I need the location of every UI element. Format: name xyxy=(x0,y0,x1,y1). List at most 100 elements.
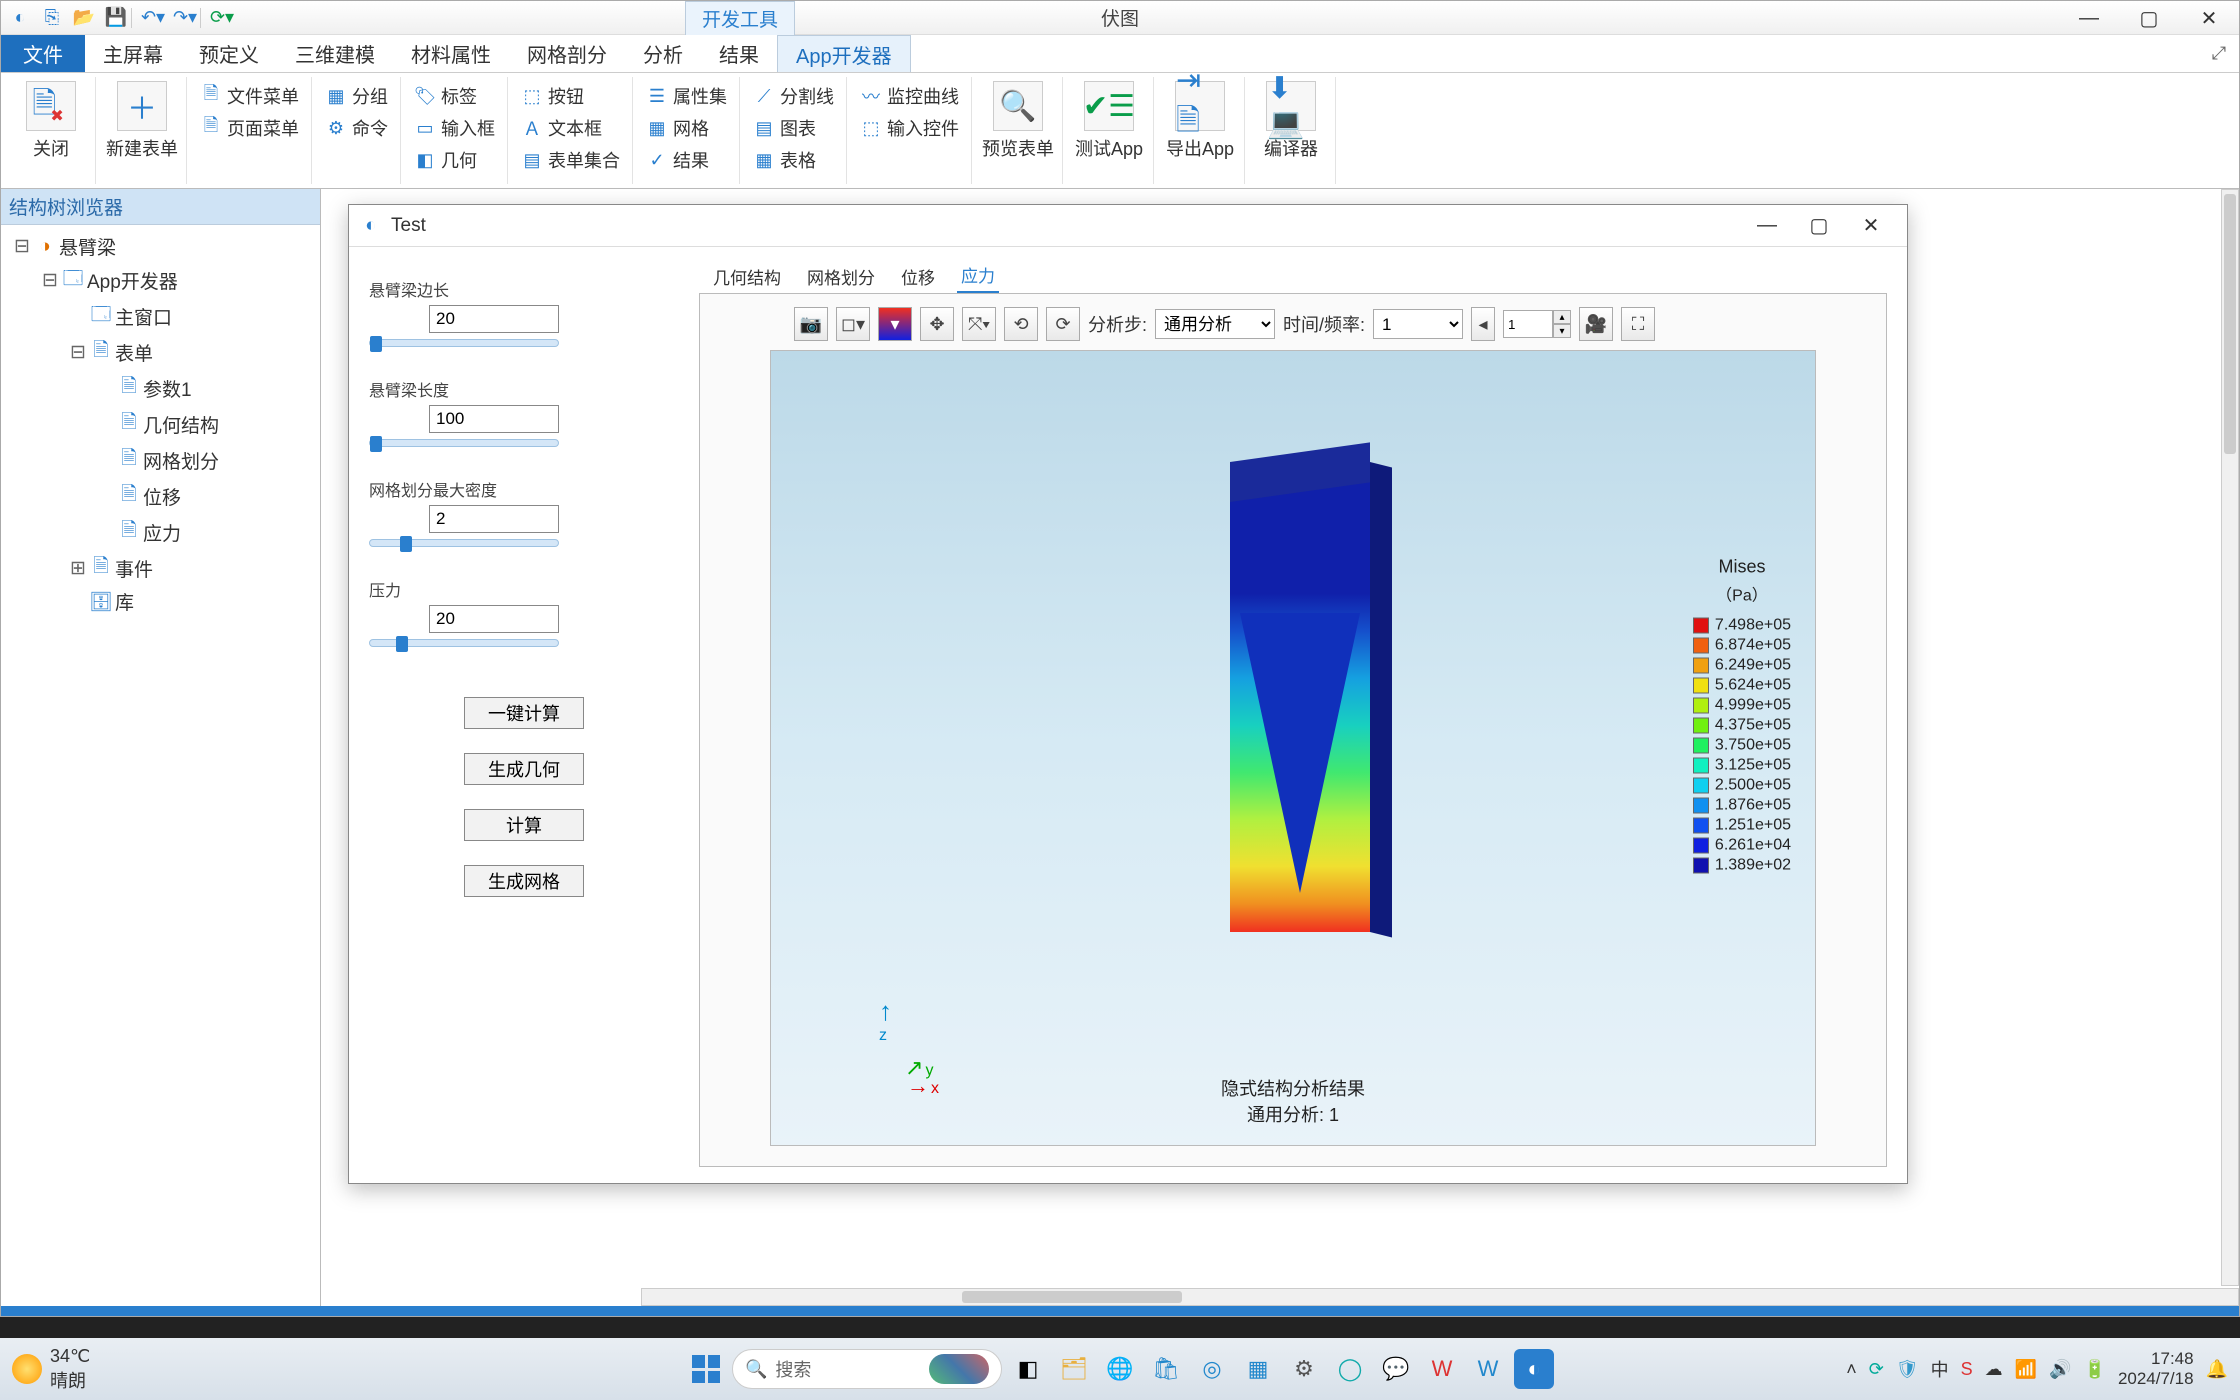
tree-form-geometry[interactable]: 几何结构 xyxy=(143,411,219,438)
tree-events[interactable]: 事件 xyxy=(115,555,153,582)
ribbon-table[interactable]: ▦表格 xyxy=(754,147,834,173)
ribbon-geometry[interactable]: ◧几何 xyxy=(415,147,495,173)
param-slider-0[interactable] xyxy=(369,339,559,347)
action-button-1[interactable]: 生成几何 xyxy=(464,753,584,785)
ribbon-file-menu[interactable]: 🗎文件菜单 xyxy=(201,83,299,109)
action-button-2[interactable]: 计算 xyxy=(464,809,584,841)
tray-cloud-icon[interactable]: ☁ xyxy=(1985,1359,2003,1380)
time-select[interactable]: 1 xyxy=(1373,309,1463,339)
horizontal-scrollbar[interactable] xyxy=(641,1288,2239,1306)
window-minimize-button[interactable]: — xyxy=(2059,1,2119,35)
taskbar-taskview-icon[interactable]: ◧ xyxy=(1008,1349,1048,1389)
param-input-3[interactable] xyxy=(429,605,559,633)
ribbon-formset[interactable]: ▤表单集合 xyxy=(522,147,620,173)
viz-cube-icon[interactable]: ◻▾ xyxy=(836,307,870,341)
taskbar-search[interactable]: 🔍搜索 xyxy=(732,1349,1002,1389)
viz-canvas[interactable]: z y x 隐式结构分析结果 通用分析: 1 Mises （Pa） 7.498e… xyxy=(770,350,1816,1146)
param-slider-2[interactable] xyxy=(369,539,559,547)
taskbar-weather[interactable]: 34℃晴朗 xyxy=(12,1346,90,1393)
tree-mainwin[interactable]: 主窗口 xyxy=(115,303,172,330)
viz-camera-icon[interactable]: 📷 xyxy=(794,307,828,341)
ribbon-textbox[interactable]: Ａ文本框 xyxy=(522,115,620,141)
window-maximize-button[interactable]: ▢ xyxy=(2119,1,2179,35)
taskbar-copilot-icon[interactable]: ◎ xyxy=(1192,1349,1232,1389)
taskbar-browser2-icon[interactable]: ◯ xyxy=(1330,1349,1370,1389)
tab-material[interactable]: 材料属性 xyxy=(393,35,509,72)
tab-predefined[interactable]: 预定义 xyxy=(181,35,277,72)
ribbon-export-app-button[interactable]: ⇥🗎导出App xyxy=(1164,81,1236,161)
tab-file[interactable]: 文件 xyxy=(1,35,85,72)
tab-mesh[interactable]: 网格剖分 xyxy=(509,35,625,72)
taskbar-futu-icon[interactable]: ◐ xyxy=(1514,1349,1554,1389)
tray-battery-icon[interactable]: 🔋 xyxy=(2084,1359,2106,1380)
ribbon-button[interactable]: ⬚按钮 xyxy=(522,83,620,109)
ribbon-chart[interactable]: ▤图表 xyxy=(754,115,834,141)
param-input-1[interactable] xyxy=(429,405,559,433)
tray-clock[interactable]: 17:482024/7/18 xyxy=(2118,1349,2194,1389)
ribbon-group[interactable]: ▦分组 xyxy=(326,83,388,109)
viz-axes-icon[interactable]: ⤧▾ xyxy=(962,307,996,341)
taskbar-wechat-icon[interactable]: 💬 xyxy=(1376,1349,1416,1389)
viz-record-icon[interactable]: 🎥 xyxy=(1579,307,1613,341)
action-button-0[interactable]: 一键计算 xyxy=(464,697,584,729)
tray-notification-icon[interactable]: 🔔 xyxy=(2206,1359,2228,1380)
ribbon-new-form-button[interactable]: ＋新建表单 xyxy=(106,81,178,161)
param-input-2[interactable] xyxy=(429,505,559,533)
taskbar-widget-icon[interactable]: ▦ xyxy=(1238,1349,1278,1389)
param-slider-1[interactable] xyxy=(369,439,559,447)
system-tray[interactable]: ˄ ⟳ 🛡 中 S ☁ 📶 🔊 🔋 17:482024/7/18 🔔 xyxy=(1846,1349,2228,1389)
viz-tab-0[interactable]: 几何结构 xyxy=(709,260,785,293)
ribbon-inputbox[interactable]: ▭输入框 xyxy=(415,115,495,141)
ribbon-page-menu[interactable]: 🗎页面菜单 xyxy=(201,115,299,141)
tree-view[interactable]: ⊟◑悬臂梁 ⊟🗔App开发器 🗔主窗口 ⊟🗎表单 🗎参数1 🗎几何结构 🗎网格划… xyxy=(1,225,320,1306)
ribbon-monitor-curve[interactable]: 〰监控曲线 xyxy=(861,83,959,109)
frame-spinner[interactable]: ▴▾ xyxy=(1503,310,1571,338)
viz-rotate-ccw-icon[interactable]: ⟲ xyxy=(1004,307,1038,341)
tree-form-mesh[interactable]: 网格划分 xyxy=(143,447,219,474)
test-maximize-button[interactable]: ▢ xyxy=(1793,205,1845,247)
tree-form-disp[interactable]: 位移 xyxy=(143,483,181,510)
test-minimize-button[interactable]: — xyxy=(1741,205,1793,247)
ribbon-compiler-button[interactable]: ⬇💻编译器 xyxy=(1255,81,1327,161)
ribbon-collapse-icon[interactable]: ⤢ xyxy=(2199,35,2239,72)
taskbar-settings-icon[interactable]: ⚙ xyxy=(1284,1349,1324,1389)
tab-analysis[interactable]: 分析 xyxy=(625,35,701,72)
ribbon-result[interactable]: ✓结果 xyxy=(647,147,727,173)
viz-tab-3[interactable]: 应力 xyxy=(957,258,999,293)
start-button[interactable] xyxy=(686,1349,726,1389)
tray-wifi-icon[interactable]: 📶 xyxy=(2015,1359,2037,1380)
viz-fit-icon[interactable]: ✥ xyxy=(920,307,954,341)
contextual-tab-devtools[interactable]: 开发工具 xyxy=(685,1,795,35)
tray-chevron-icon[interactable]: ˄ xyxy=(1846,1359,1857,1380)
param-slider-3[interactable] xyxy=(369,639,559,647)
taskbar-store-icon[interactable]: 🛍 xyxy=(1146,1349,1186,1389)
qat-save-icon[interactable]: 💾 xyxy=(103,5,129,31)
tab-3dmodel[interactable]: 三维建模 xyxy=(277,35,393,72)
vertical-scrollbar[interactable] xyxy=(2221,189,2239,1286)
viz-fullscreen-icon[interactable]: ⛶ xyxy=(1621,307,1655,341)
tray-volume-icon[interactable]: 🔊 xyxy=(2049,1359,2071,1380)
viz-colormap-icon[interactable]: ▾ xyxy=(878,307,912,341)
action-button-3[interactable]: 生成网格 xyxy=(464,865,584,897)
viz-tab-1[interactable]: 网格划分 xyxy=(803,260,879,293)
qat-redo-icon[interactable]: ↷▾ xyxy=(172,5,198,31)
ribbon-close-button[interactable]: 🗎✖关闭 xyxy=(15,81,87,161)
tray-sogou-icon[interactable]: S xyxy=(1961,1359,1973,1380)
ribbon-test-app-button[interactable]: ✔☰测试App xyxy=(1073,81,1145,161)
ribbon-propertyset[interactable]: ☰属性集 xyxy=(647,83,727,109)
viz-rotate-cw-icon[interactable]: ⟳ xyxy=(1046,307,1080,341)
viz-prev-icon[interactable]: ◂ xyxy=(1471,307,1495,341)
tray-ime-icon[interactable]: 中 xyxy=(1931,1356,1949,1382)
tree-root[interactable]: 悬臂梁 xyxy=(59,233,116,260)
tree-forms[interactable]: 表单 xyxy=(115,339,153,366)
ribbon-command[interactable]: ⚙命令 xyxy=(326,115,388,141)
tree-app[interactable]: App开发器 xyxy=(87,267,178,294)
ribbon-separator[interactable]: ⟋分割线 xyxy=(754,83,834,109)
tray-shield-icon[interactable]: 🛡 xyxy=(1896,1359,1919,1380)
test-close-button[interactable]: ✕ xyxy=(1845,205,1897,247)
tree-form-stress[interactable]: 应力 xyxy=(143,519,181,546)
tab-result[interactable]: 结果 xyxy=(701,35,777,72)
taskbar-msword-icon[interactable]: W xyxy=(1468,1349,1508,1389)
tree-library[interactable]: 库 xyxy=(115,588,134,615)
taskbar-explorer-icon[interactable]: 🗂 xyxy=(1054,1349,1094,1389)
